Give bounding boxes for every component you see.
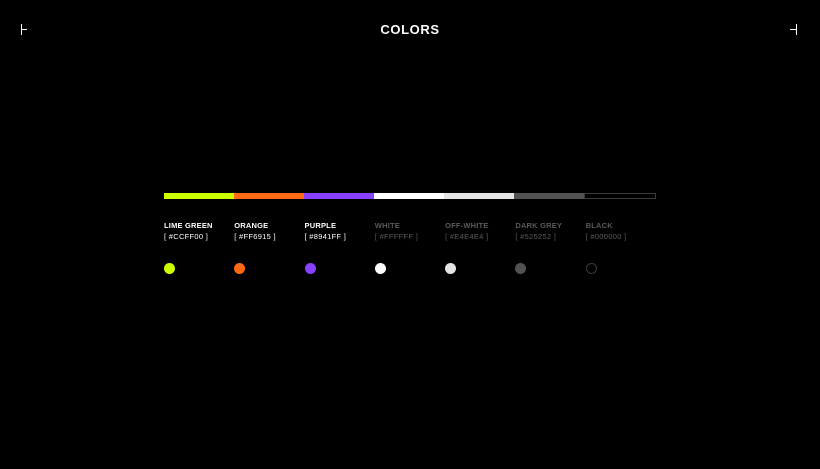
swatch-name: ORANGE <box>234 221 269 230</box>
swatch-dot <box>164 263 175 274</box>
swatch-name: BLACK <box>585 221 613 230</box>
swatch-dot <box>304 263 316 274</box>
swatch-name: LIME GREEN <box>164 221 213 230</box>
color-bar-segment-dark-grey <box>514 193 584 199</box>
swatch-name: PURPLE <box>304 221 337 230</box>
swatch-name: WHITE <box>374 221 400 230</box>
page-title: COLORS <box>380 22 440 37</box>
color-swatch-list: LIME GREEN [ #CCFF00 ] ORANGE [ #FF6915 … <box>164 221 656 274</box>
swatch-black: BLACK [ #000000 ] <box>585 221 656 274</box>
swatch-dot <box>445 263 457 274</box>
swatch-orange: ORANGE [ #FF6915 ] <box>234 221 304 274</box>
swatch-dot <box>234 263 246 274</box>
swatch-hex: [ #E4E4E4 ] <box>445 232 489 241</box>
swatch-purple: PURPLE [ #8941FF ] <box>304 221 375 274</box>
color-bar-segment-white <box>374 193 444 199</box>
color-bar-segment-purple <box>304 193 374 199</box>
color-bar-segment-orange <box>234 193 304 199</box>
swatch-hex: [ #000000 ] <box>585 232 627 241</box>
swatch-name: OFF-WHITE <box>445 221 489 230</box>
color-bar <box>164 193 656 199</box>
swatch-hex: [ #FFFFFF ] <box>374 232 419 241</box>
swatch-dark-grey: DARK GREY [ #525252 ] <box>515 221 585 274</box>
color-bar-segment-off-white <box>444 193 514 199</box>
color-bar-segment-black <box>584 193 656 199</box>
swatch-lime-green: LIME GREEN [ #CCFF00 ] <box>164 221 234 274</box>
swatch-name: DARK GREY <box>515 221 563 230</box>
swatch-hex: [ #525252 ] <box>515 232 557 241</box>
swatch-dot <box>585 263 597 274</box>
color-bar-segment-lime-green <box>164 193 234 199</box>
swatch-hex: [ #8941FF ] <box>304 232 347 241</box>
swatch-white: WHITE [ #FFFFFF ] <box>374 221 445 274</box>
swatch-hex: [ #CCFF00 ] <box>164 232 209 241</box>
swatch-dot <box>515 263 527 274</box>
swatch-dot <box>374 263 386 274</box>
swatch-hex: [ #FF6915 ] <box>234 232 276 241</box>
swatch-off-white: OFF-WHITE [ #E4E4E4 ] <box>445 221 515 274</box>
